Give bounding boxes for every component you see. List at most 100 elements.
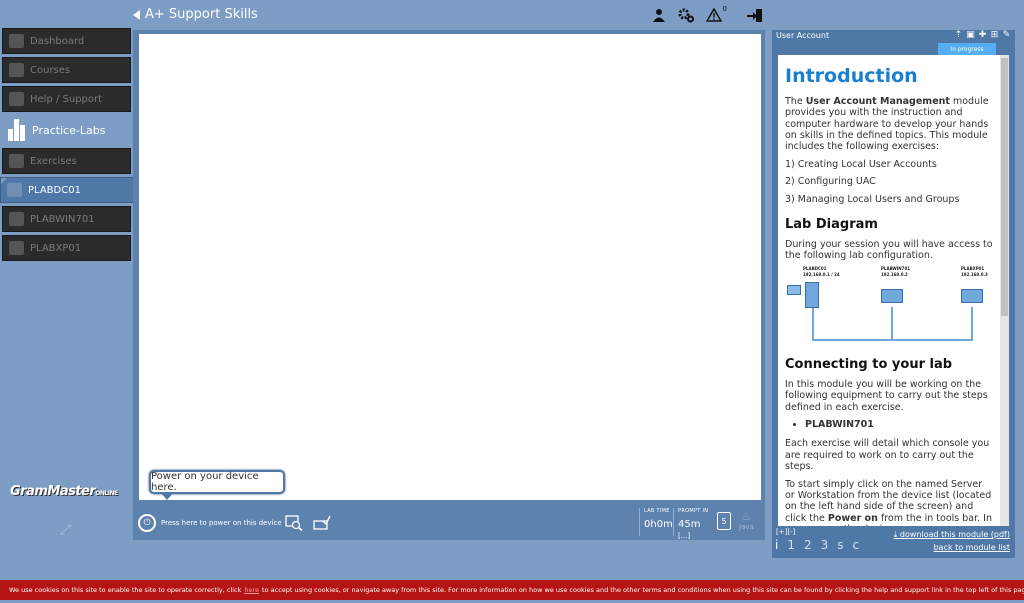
- power-label: Press here to power on this device: [161, 519, 282, 527]
- network-line: [971, 307, 973, 340]
- nav-exercise-2[interactable]: 2: [804, 538, 812, 552]
- scrollbar-thumb[interactable]: [1001, 58, 1008, 316]
- exercise-item: 1) Creating Local User Accounts: [785, 158, 937, 170]
- nav-info[interactable]: i: [775, 538, 778, 552]
- nav-exercise-3[interactable]: 3: [821, 538, 829, 552]
- connect-paragraph: In this module you will be working on th…: [785, 378, 988, 413]
- user-profile-icon[interactable]: [650, 6, 668, 24]
- book-icon: [787, 285, 801, 296]
- tooltip-pointer: [161, 493, 173, 500]
- nav-exercise-1[interactable]: 1: [787, 538, 795, 552]
- home-icon: [9, 34, 24, 48]
- content-scrollbar[interactable]: [1000, 55, 1009, 526]
- expand-arrows-icon[interactable]: ⤢: [60, 522, 71, 538]
- prompt-extra-button[interactable]: [...]: [678, 532, 690, 540]
- panel-controls: ⇡ ▣ ✚ ⊞ ✎: [954, 30, 1011, 40]
- cookie-text-prefix: We use cookies on this site to enable th…: [9, 586, 242, 594]
- alerts-warning-icon[interactable]: 0: [705, 5, 727, 24]
- pin-icon[interactable]: ⇡: [954, 30, 963, 40]
- module-content[interactable]: Introduction The User Account Management…: [778, 55, 1000, 526]
- settings-gear-icon[interactable]: [677, 6, 695, 24]
- prompt-box: PROMPT IN 45m [...]: [673, 508, 713, 540]
- help-icon: [9, 92, 24, 106]
- java-label: Java: [739, 523, 754, 531]
- sidebar-item-dashboard[interactable]: Dashboard: [2, 28, 131, 54]
- sidebar-item-practice-labs[interactable]: Practice-Labs: [2, 115, 131, 145]
- sidebar-item-help-support[interactable]: Help / Support: [2, 86, 131, 112]
- lab-diagram-heading: Lab Diagram: [785, 216, 878, 232]
- lab-diagram: PLABDC01 192.168.0.1 / 24 PLABWIN701 192…: [785, 266, 990, 345]
- monitor-icon: [9, 241, 24, 255]
- graduation-cap-icon: [9, 154, 24, 168]
- module-panel-title: User Account: [776, 31, 830, 40]
- diagram-node-ip: 192.168.0.3: [961, 272, 988, 278]
- nav-complete[interactable]: c: [853, 538, 860, 552]
- back-arrow-icon: [133, 9, 140, 20]
- console-paragraph: Each exercise will detail which console …: [785, 438, 990, 473]
- device-console-panel: Power on your device here. ⏻ Press here …: [133, 30, 765, 540]
- window-icon[interactable]: ▣: [966, 30, 975, 40]
- diagram-node-ip: 192.168.0.2: [881, 272, 908, 278]
- brand-logo: GramMasterONLINE: [10, 484, 118, 499]
- prompt-label: PROMPT IN: [678, 508, 709, 514]
- sidebar-item-exercises[interactable]: Exercises: [2, 148, 131, 174]
- power-tooltip: Power on your device here.: [149, 470, 285, 500]
- network-line: [812, 339, 973, 342]
- screenshot-zoom-icon[interactable]: [285, 514, 303, 532]
- console-toolbar: ⏻ Press here to power on this device LAB…: [133, 504, 765, 540]
- html5-icon[interactable]: 5: [717, 512, 731, 530]
- power-tooltip-text: Power on your device here.: [151, 471, 259, 493]
- device-sidebar: Dashboard Courses Help / Support Practic…: [0, 28, 136, 264]
- equipment-list: PLABWIN701: [805, 419, 993, 430]
- sidebar-item-label: Dashboard: [30, 35, 85, 47]
- equipment-item: PLABWIN701: [805, 419, 993, 430]
- network-line: [812, 308, 814, 340]
- brand-suffix: ONLINE: [95, 490, 118, 497]
- sidebar-item-label: Help / Support: [30, 93, 103, 105]
- nav-summary[interactable]: s: [837, 538, 843, 552]
- exercise-item: 2) Configuring UAC: [785, 176, 876, 188]
- section-nav: i 1 2 3 s c: [775, 538, 859, 552]
- status-badge: In progress: [938, 43, 996, 55]
- sidebar-item-label: PLABDC01: [28, 184, 81, 196]
- sidebar-item-plabwin701[interactable]: PLABWIN701: [2, 206, 131, 232]
- alert-count: 0: [722, 5, 727, 13]
- cookie-accept-link[interactable]: here: [244, 586, 259, 594]
- pdf-icon: ⤓: [893, 530, 898, 539]
- connect-heading: Connecting to your lab: [785, 357, 953, 373]
- sidebar-item-label: PLABXP01: [30, 242, 82, 254]
- edit-icon[interactable]: ✎: [1002, 30, 1011, 40]
- monitor-icon: [9, 212, 24, 226]
- sidebar-item-plabxp01[interactable]: PLABXP01: [2, 235, 131, 261]
- start-paragraph: To start simply click on the named Serve…: [785, 478, 993, 526]
- back-to-module-list-link[interactable]: back to module list: [934, 543, 1010, 552]
- back-to-course-link[interactable]: A+ Support Skills: [133, 7, 258, 22]
- keyboard-check-icon[interactable]: [313, 514, 331, 532]
- exercise-item: 3) Managing Local Users and Groups: [785, 193, 960, 205]
- network-line: [891, 307, 893, 340]
- plus-icon[interactable]: ✚: [978, 30, 987, 40]
- java-icon[interactable]: ♨ Java: [739, 510, 754, 531]
- monitor-icon: [7, 183, 22, 197]
- diagram-description: During your session you will have access…: [785, 238, 993, 261]
- intro-heading: Introduction: [785, 65, 918, 87]
- top-header: A+ Support Skills 0: [0, 0, 1024, 30]
- power-button[interactable]: ⏻: [138, 514, 156, 532]
- logout-icon[interactable]: [746, 6, 764, 24]
- lab-time-box: LAB TIME 0h0m: [639, 508, 673, 536]
- device-screen[interactable]: Power on your device here.: [139, 34, 761, 500]
- cookie-text-suffix: to accept using cookies, or navigate awa…: [262, 586, 1024, 594]
- lab-time-label: LAB TIME: [644, 508, 670, 514]
- expand-collapse-toggle[interactable]: [+][-]: [776, 528, 795, 536]
- module-panel: User Account ⇡ ▣ ✚ ⊞ ✎ In progress Intro…: [772, 30, 1015, 558]
- graduation-cap-icon: [9, 63, 24, 77]
- lab-time-value: 0h0m: [644, 519, 673, 530]
- grid-icon[interactable]: ⊞: [990, 30, 999, 40]
- sidebar-item-courses[interactable]: Courses: [2, 57, 131, 83]
- sidebar-item-plabdc01[interactable]: PLABDC01: [0, 177, 136, 203]
- server-icon: [805, 282, 819, 309]
- diagram-node-ip: 192.168.0.1 / 24: [803, 272, 840, 278]
- download-pdf-link[interactable]: ⤓ download this module (pdf): [894, 530, 1010, 540]
- sidebar-item-label: Practice-Labs: [32, 123, 106, 137]
- prompt-value: 45m: [678, 519, 701, 530]
